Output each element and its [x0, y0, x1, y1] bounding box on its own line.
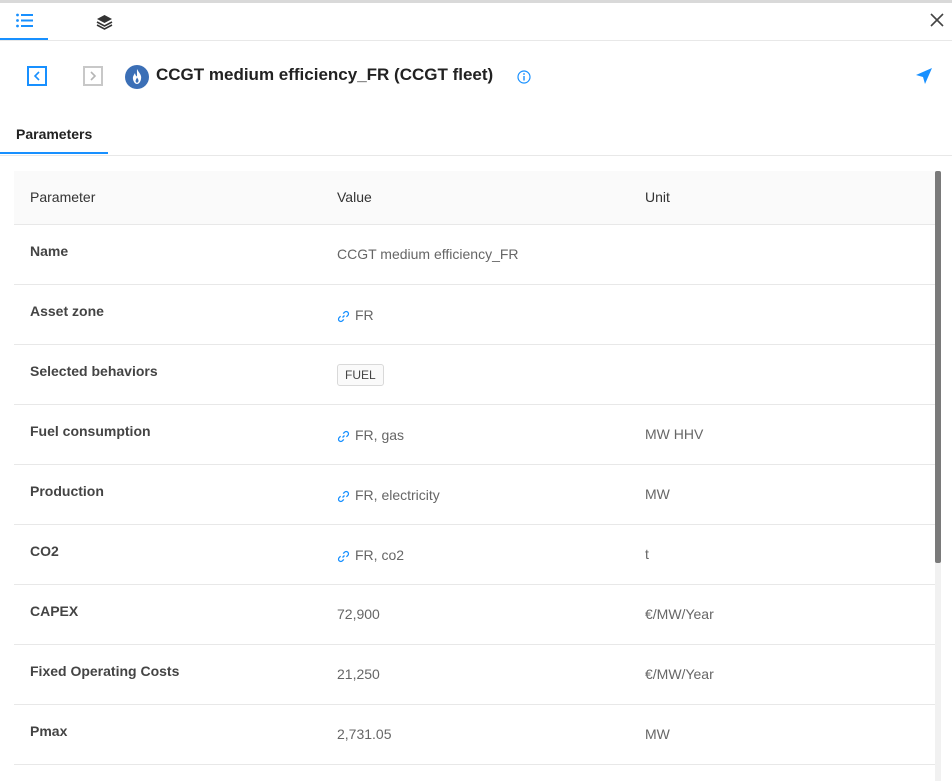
scrollbar-thumb[interactable] — [935, 171, 941, 563]
parameter-name: Asset zone — [30, 303, 104, 319]
tab-parameters-label: Parameters — [16, 126, 93, 142]
close-button[interactable] — [930, 13, 946, 29]
parameter-unit: €/MW/Year — [645, 666, 714, 682]
link-icon — [337, 550, 350, 563]
parameter-name: Pmax — [30, 723, 68, 739]
parameter-value: 72,900 — [337, 606, 380, 622]
next-button[interactable] — [83, 66, 103, 86]
parameter-unit: t — [645, 546, 649, 562]
parameters-table: Parameter Value Unit Name CCGT medium eff… — [14, 171, 936, 781]
link-icon — [337, 430, 350, 443]
parameter-unit: MW — [645, 726, 670, 742]
value-link[interactable]: FR, electricity — [355, 487, 440, 503]
info-icon[interactable] — [517, 70, 531, 84]
previous-button[interactable] — [27, 66, 47, 86]
parameter-value: FR — [337, 306, 374, 323]
parameter-name: CAPEX — [30, 603, 79, 619]
column-header-value: Value — [337, 189, 372, 205]
value-link[interactable]: FR, gas — [355, 427, 404, 443]
parameter-value: 2,731.05 — [337, 726, 392, 742]
locate-arrow-icon — [916, 68, 932, 84]
table-row: Selected behaviors FUEL — [14, 345, 936, 405]
value-text: 21,250 — [337, 666, 380, 682]
parameter-value: 21,250 — [337, 666, 380, 682]
parameter-name: CO2 — [30, 543, 59, 559]
parameter-value: FR, gas — [337, 426, 404, 443]
value-text: CCGT medium efficiency_FR — [337, 246, 519, 262]
parameter-value: FUEL — [337, 364, 384, 386]
link-icon — [337, 490, 350, 503]
gas-flame-icon — [125, 65, 149, 89]
table-row: Pmax 2,731.05 MW — [14, 705, 936, 765]
parameter-unit: MW HHV — [645, 426, 704, 442]
locate-button[interactable] — [915, 67, 933, 85]
parameter-value: FR, co2 — [337, 546, 404, 563]
asset-header: CCGT medium efficiency_FR (CCGT fleet) — [0, 56, 952, 100]
tab-layers[interactable] — [80, 3, 128, 40]
detail-tabs: Parameters — [0, 114, 952, 156]
chevron-left-icon — [33, 71, 40, 81]
parameter-value: FR, electricity — [337, 486, 440, 503]
table-row: CO2 FR, co2 t — [14, 525, 936, 585]
parameter-name: Fixed Operating Costs — [30, 663, 180, 679]
top-tab-bar — [0, 3, 952, 41]
table-row: Fixed Operating Costs 21,250 €/MW/Year — [14, 645, 936, 705]
table-row: Asset zone FR — [14, 285, 936, 345]
chevron-right-icon — [90, 71, 97, 81]
table-row: CAPEX 72,900 €/MW/Year — [14, 585, 936, 645]
table-row: Fuel consumption FR, gas MW HHV — [14, 405, 936, 465]
tab-parameters[interactable]: Parameters — [0, 114, 108, 154]
column-header-unit: Unit — [645, 189, 670, 205]
parameter-name: Selected behaviors — [30, 363, 158, 379]
list-icon — [15, 13, 33, 28]
layers-icon — [96, 14, 112, 30]
column-header-parameter: Parameter — [30, 189, 96, 205]
value-link[interactable]: FR, co2 — [355, 547, 404, 563]
parameter-value: CCGT medium efficiency_FR — [337, 246, 519, 262]
link-icon — [337, 310, 350, 323]
table-row: Production FR, electricity MW — [14, 465, 936, 525]
value-link[interactable]: FR — [355, 307, 374, 323]
tab-list[interactable] — [0, 3, 48, 40]
parameter-name: Name — [30, 243, 69, 259]
parameter-unit: €/MW/Year — [645, 606, 714, 622]
parameter-name: Production — [30, 483, 104, 499]
value-text: 2,731.05 — [337, 726, 392, 742]
table-header: Parameter Value Unit — [14, 171, 936, 225]
value-text: 72,900 — [337, 606, 380, 622]
page-title: CCGT medium efficiency_FR (CCGT fleet) — [156, 65, 494, 84]
behavior-tag: FUEL — [337, 364, 384, 386]
parameter-unit: MW — [645, 486, 670, 502]
table-row: Name CCGT medium efficiency_FR — [14, 225, 936, 285]
close-icon — [930, 13, 944, 27]
parameter-name: Fuel consumption — [30, 423, 151, 439]
table-scrollbar[interactable] — [935, 171, 941, 781]
